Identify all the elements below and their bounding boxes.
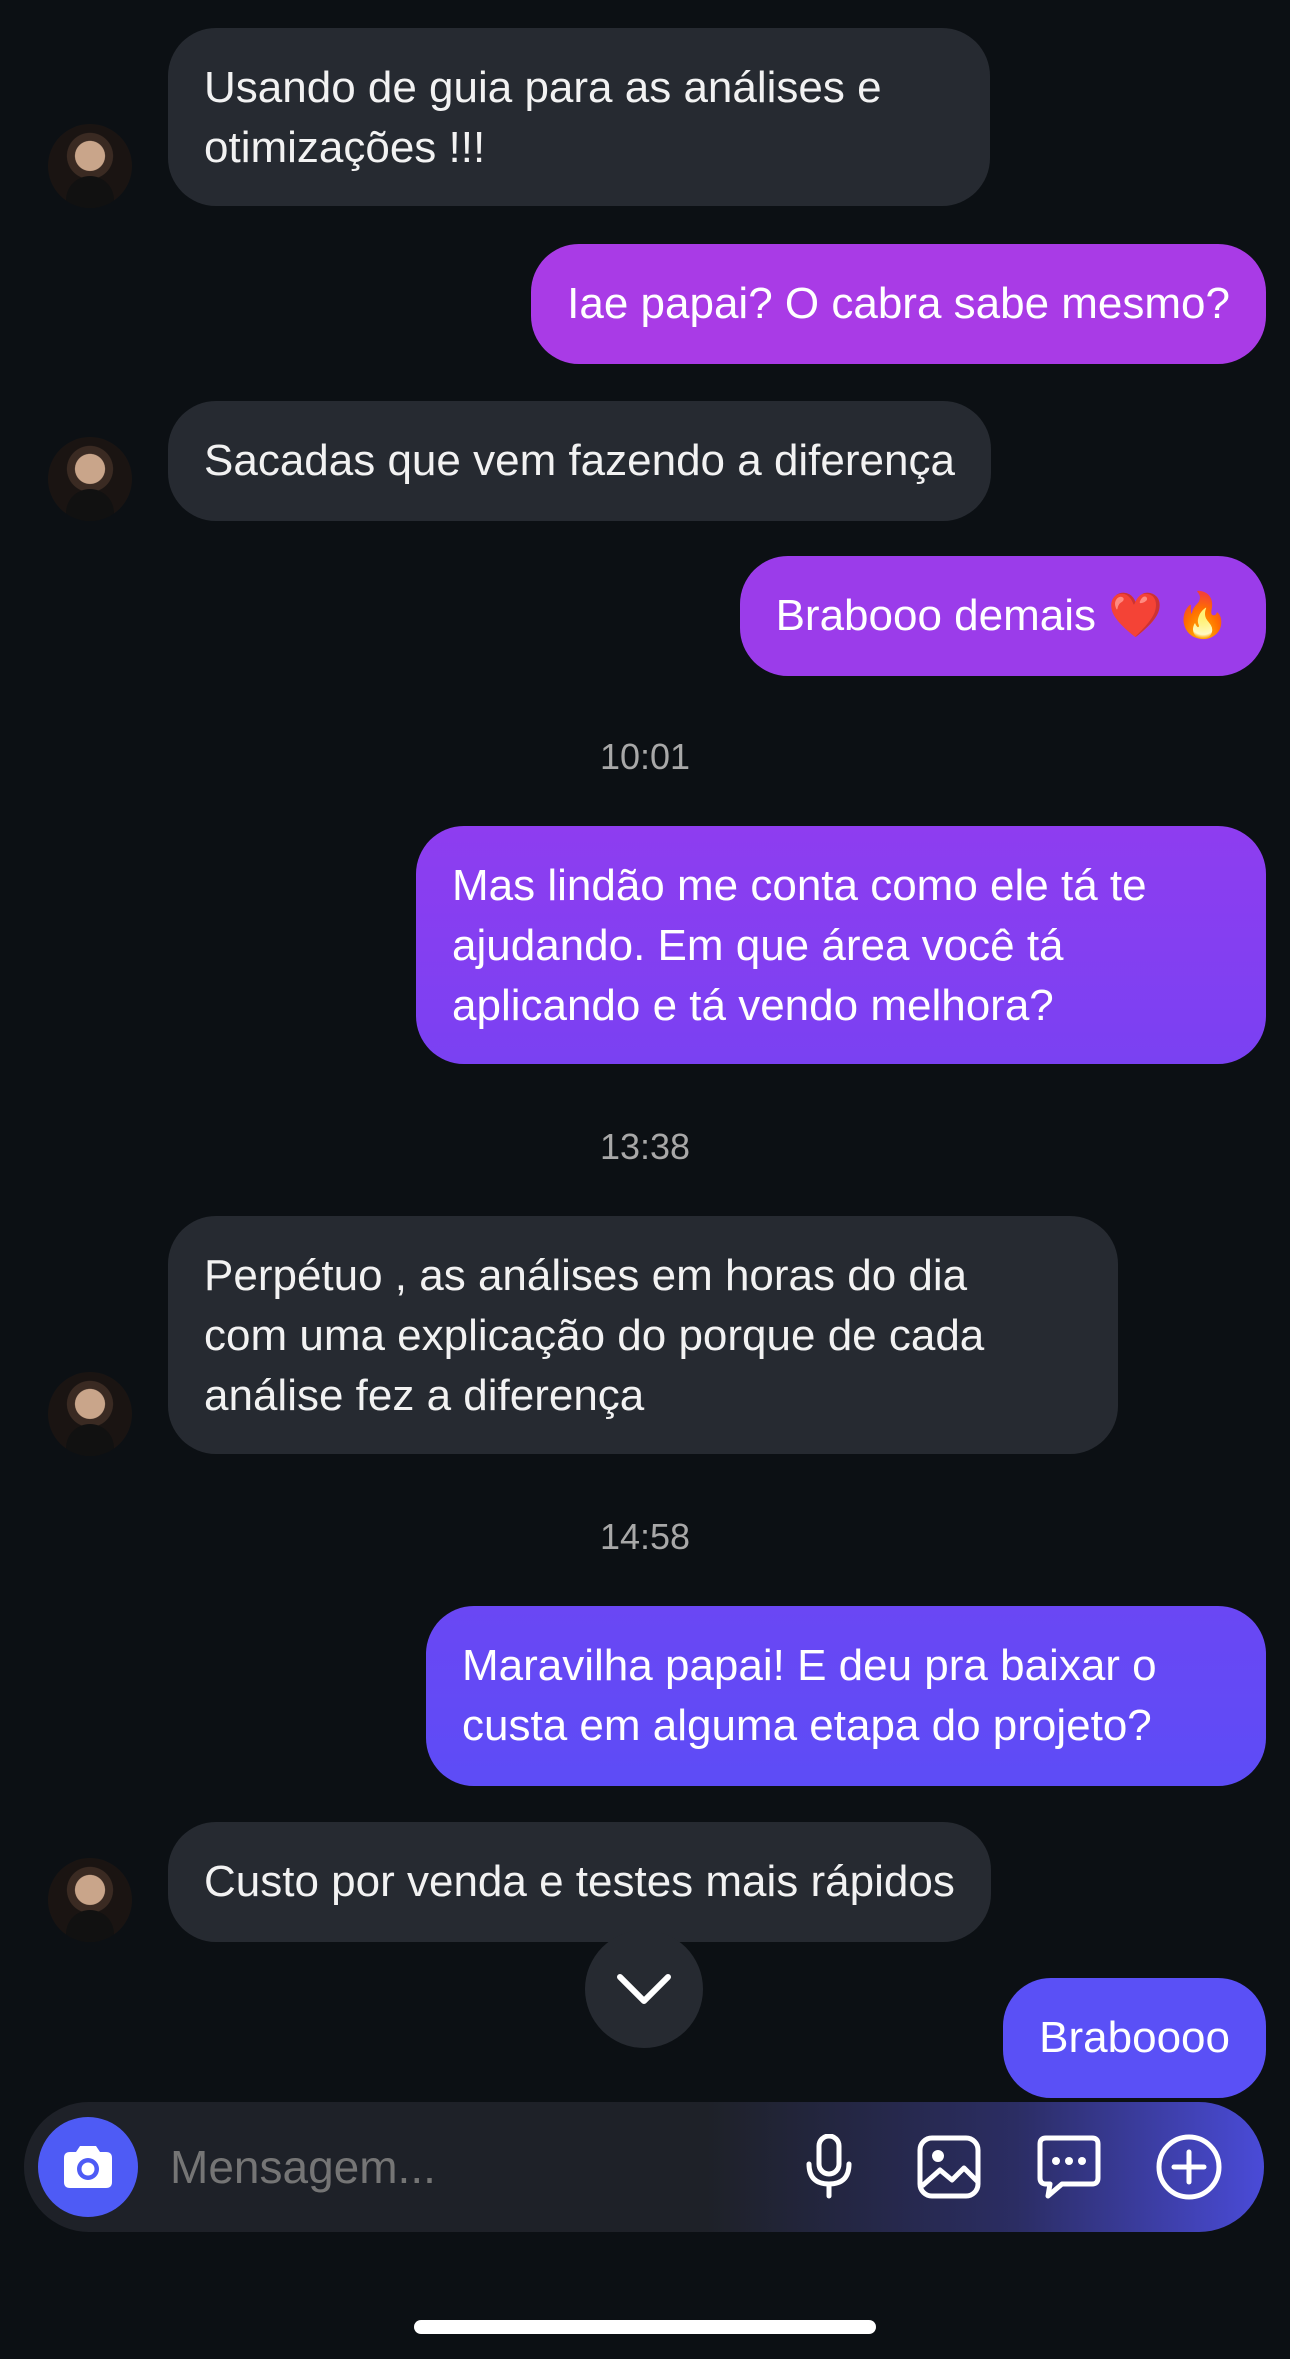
message-outgoing[interactable]: Iae papai? O cabra sabe mesmo? xyxy=(531,244,1266,364)
avatar[interactable] xyxy=(48,1858,132,1942)
avatar[interactable] xyxy=(48,437,132,521)
message-incoming[interactable]: Perpétuo , as análises em horas do dia c… xyxy=(168,1216,1118,1454)
message-outgoing[interactable]: Maravilha papai! E deu pra baixar o cust… xyxy=(426,1606,1266,1786)
message-outgoing[interactable]: Brabooo demais ❤️ 🔥 xyxy=(739,556,1266,676)
avatar[interactable] xyxy=(48,1372,132,1456)
sticker-chat-button[interactable] xyxy=(1034,2132,1104,2202)
timestamp: 10:01 xyxy=(599,736,691,777)
message-composer xyxy=(24,2102,1264,2232)
message-incoming[interactable]: Sacadas que vem fazendo a diferença xyxy=(168,401,991,521)
microphone-icon xyxy=(806,2134,852,2199)
timestamp: 13:38 xyxy=(599,1126,691,1167)
home-indicator[interactable] xyxy=(414,2320,876,2334)
avatar[interactable] xyxy=(48,124,132,208)
plus-button[interactable] xyxy=(1154,2132,1224,2202)
camera-button[interactable] xyxy=(38,2117,138,2217)
message-input[interactable] xyxy=(168,2139,794,2195)
timestamp: 14:58 xyxy=(599,1516,691,1557)
gallery-button[interactable] xyxy=(914,2132,984,2202)
chevron-down-icon xyxy=(617,1974,671,2004)
plus-icon xyxy=(1156,2134,1222,2200)
sticker-chat-icon xyxy=(1037,2135,1101,2199)
message-incoming[interactable]: Usando de guia para as análises e otimiz… xyxy=(168,28,990,206)
message-outgoing[interactable]: Braboooo xyxy=(1003,1978,1266,2098)
microphone-button[interactable] xyxy=(794,2132,864,2202)
gallery-icon xyxy=(917,2135,981,2199)
message-incoming[interactable]: Custo por venda e testes mais rápidos xyxy=(168,1822,991,1942)
scroll-to-bottom-button[interactable] xyxy=(585,1930,703,2048)
camera-icon xyxy=(64,2146,112,2188)
message-outgoing[interactable]: Mas lindão me conta como ele tá te ajuda… xyxy=(416,826,1266,1064)
